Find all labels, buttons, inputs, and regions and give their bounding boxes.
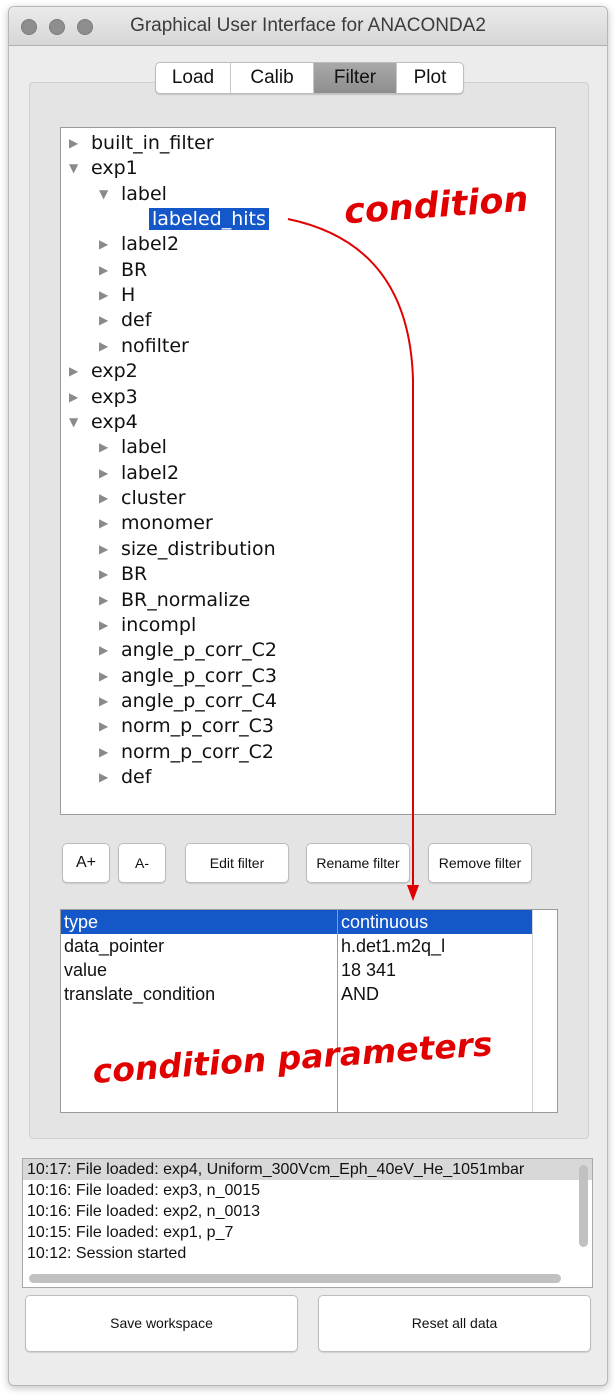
tree-item[interactable]: ▶ nofilter	[99, 334, 189, 359]
tree-item[interactable]: ▶ norm_p_corr_C2	[99, 740, 274, 765]
collapsed-arrow-icon[interactable]: ▶	[99, 308, 121, 333]
parameter-value-cell[interactable]: 18 341	[338, 958, 532, 982]
tree-item[interactable]: ▶ BR_normalize	[99, 588, 250, 613]
tree-item[interactable]: ▶ angle_p_corr_C2	[99, 638, 277, 663]
log-line: 10:15: File loaded: exp1, p_7	[27, 1224, 234, 1241]
tree-item[interactable]: ▼ exp1	[69, 156, 138, 181]
collapsed-arrow-icon[interactable]: ▶	[99, 638, 121, 663]
tree-item[interactable]: ▶ BR	[99, 258, 147, 283]
tree-item[interactable]: ▶ monomer	[99, 511, 213, 536]
expanded-arrow-icon[interactable]: ▼	[69, 156, 91, 181]
tree-item[interactable]: ▶ label2	[99, 232, 179, 257]
expanded-arrow-icon[interactable]: ▼	[99, 182, 121, 207]
parameter-value-cell[interactable]: h.det1.m2q_l	[338, 934, 532, 958]
reset-all-data-button[interactable]: Reset all data	[318, 1295, 591, 1352]
parameter-value-cell[interactable]: continuous	[338, 910, 532, 934]
parameter-name-cell[interactable]: type	[61, 910, 337, 934]
tree-item[interactable]: ▶ label2	[99, 461, 179, 486]
parameter-value-column: continuous h.det1.m2q_l 18 341 AND	[338, 910, 533, 1112]
log-line: 10:12: Session started	[27, 1245, 187, 1262]
save-workspace-button[interactable]: Save workspace	[25, 1295, 298, 1352]
tree-item-selected[interactable]: labeled_hits	[149, 207, 269, 232]
collapsed-arrow-icon[interactable]: ▶	[99, 537, 121, 562]
tree-item[interactable]: ▶ norm_p_corr_C3	[99, 714, 274, 739]
tree-item[interactable]: ▶ size_distribution	[99, 537, 276, 562]
edit-filter-button[interactable]: Edit filter	[185, 843, 289, 883]
tree-item[interactable]: ▶ exp2	[69, 359, 138, 384]
collapsed-arrow-icon[interactable]: ▶	[99, 562, 121, 587]
tab-bar: Load Calib Filter Plot	[155, 62, 464, 94]
tree-item[interactable]: ▶ def	[99, 765, 151, 790]
log-panel[interactable]: 10:17: File loaded: exp4, Uniform_300Vcm…	[22, 1158, 593, 1288]
expanded-arrow-icon[interactable]: ▼	[69, 410, 91, 435]
collapsed-arrow-icon[interactable]: ▶	[99, 258, 121, 283]
tree-item[interactable]: ▼ label	[99, 182, 167, 207]
collapsed-arrow-icon[interactable]: ▶	[99, 486, 121, 511]
tree-item[interactable]: ▶ label	[99, 435, 167, 460]
collapsed-arrow-icon[interactable]: ▶	[99, 334, 121, 359]
tab-load[interactable]: Load	[156, 63, 231, 93]
collapsed-arrow-icon[interactable]: ▶	[99, 232, 121, 257]
collapsed-arrow-icon[interactable]: ▶	[99, 435, 121, 460]
log-line: 10:17: File loaded: exp4, Uniform_300Vcm…	[23, 1159, 592, 1180]
increase-font-button[interactable]: A+	[62, 843, 110, 883]
collapsed-arrow-icon[interactable]: ▶	[99, 689, 121, 714]
parameter-name-cell[interactable]: translate_condition	[61, 982, 337, 1006]
tree-item[interactable]: ▶ angle_p_corr_C4	[99, 689, 277, 714]
collapsed-arrow-icon[interactable]: ▶	[99, 511, 121, 536]
vertical-scrollbar[interactable]	[579, 1165, 588, 1247]
collapsed-arrow-icon[interactable]: ▶	[99, 765, 121, 790]
parameter-name-cell[interactable]: value	[61, 958, 337, 982]
collapsed-arrow-icon[interactable]: ▶	[99, 461, 121, 486]
tree-item[interactable]: ▶ incompl	[99, 613, 196, 638]
tree-item[interactable]: ▶ built_in_filter	[69, 131, 214, 156]
remove-filter-button[interactable]: Remove filter	[428, 843, 532, 883]
log-line: 10:16: File loaded: exp3, n_0015	[27, 1182, 261, 1199]
collapsed-arrow-icon[interactable]: ▶	[99, 714, 121, 739]
filter-tree[interactable]: ▶ built_in_filter ▼ exp1 ▼ label labeled_hi…	[60, 127, 556, 815]
tab-plot[interactable]: Plot	[397, 63, 463, 93]
parameter-name-cell[interactable]: data_pointer	[61, 934, 337, 958]
tab-filter[interactable]: Filter	[314, 63, 397, 93]
rename-filter-button[interactable]: Rename filter	[306, 843, 410, 883]
tree-item[interactable]: ▶ H	[99, 283, 135, 308]
collapsed-arrow-icon[interactable]: ▶	[69, 359, 91, 384]
tree-item[interactable]: ▶ exp3	[69, 385, 138, 410]
collapsed-arrow-icon[interactable]: ▶	[99, 588, 121, 613]
tree-item[interactable]: ▶ def	[99, 308, 151, 333]
tab-calib[interactable]: Calib	[231, 63, 314, 93]
collapsed-arrow-icon[interactable]: ▶	[69, 385, 91, 410]
horizontal-scrollbar[interactable]	[29, 1274, 561, 1283]
collapsed-arrow-icon[interactable]: ▶	[99, 664, 121, 689]
decrease-font-button[interactable]: A-	[118, 843, 166, 883]
collapsed-arrow-icon[interactable]: ▶	[99, 283, 121, 308]
tree-item[interactable]: ▶ cluster	[99, 486, 186, 511]
collapsed-arrow-icon[interactable]: ▶	[99, 613, 121, 638]
tree-item[interactable]: ▶ angle_p_corr_C3	[99, 664, 277, 689]
collapsed-arrow-icon[interactable]: ▶	[99, 740, 121, 765]
tree-item[interactable]: ▶ BR	[99, 562, 147, 587]
log-line: 10:16: File loaded: exp2, n_0013	[27, 1203, 261, 1220]
tree-item[interactable]: ▼ exp4	[69, 410, 138, 435]
title-bar: Graphical User Interface for ANACONDA2	[9, 7, 607, 46]
collapsed-arrow-icon[interactable]: ▶	[69, 131, 91, 156]
window-title: Graphical User Interface for ANACONDA2	[130, 15, 486, 36]
parameter-value-cell[interactable]: AND	[338, 982, 532, 1006]
